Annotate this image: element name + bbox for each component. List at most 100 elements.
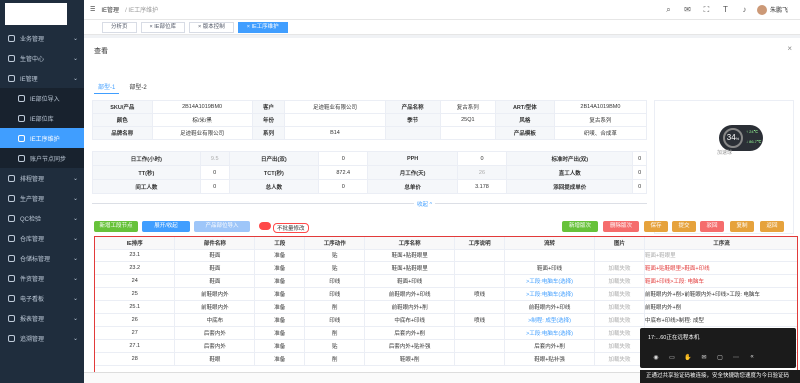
toolbar-button[interactable]: 新增版次	[562, 221, 598, 232]
batch-edit-switch[interactable]	[259, 222, 271, 230]
sub-tab[interactable]: 部型-1	[94, 80, 120, 94]
message-icon[interactable]: ✉	[683, 5, 692, 14]
table-row[interactable]: 26 中底布 准备 印线 中底布+印线 喷线 >制程: 成型(选择) 加载失败 中底布+印线>制…	[95, 313, 797, 327]
sidebar-item[interactable]: 账户节点同步	[0, 148, 84, 168]
mic-icon[interactable]: ◉	[648, 354, 664, 361]
close-icon[interactable]: ×	[787, 44, 792, 53]
grid-cell[interactable]: >工段:电脑车(选择)	[504, 287, 596, 302]
info-value[interactable]: 26	[456, 165, 508, 180]
info-value[interactable]: 0	[199, 179, 230, 194]
table-row[interactable]: 23.2 鞋面 准备贴鞋面+贴鞋眼里 鞋面+印线 加载失败 鞋面+贴鞋眼里>鞋面+印线	[95, 261, 797, 276]
info-value: B14	[284, 126, 386, 140]
sidebar-item[interactable]: 追溯管理 ⌄	[0, 328, 84, 348]
grid-cell[interactable]: 加载失败	[594, 274, 645, 289]
sidebar-item[interactable]: 业务管理 ⌄	[0, 28, 84, 48]
grid-cell[interactable]: 加载失败	[594, 287, 645, 302]
toolbar-button[interactable]: 删除版次	[603, 221, 639, 232]
toolbar-button[interactable]: 复制	[730, 221, 754, 232]
grid-cell[interactable]: 鞋眼+贴补强	[504, 352, 596, 366]
grid-cell[interactable]: 加载失败	[594, 261, 645, 276]
sidebar-item[interactable]: QC检验 ⌄	[0, 208, 84, 228]
grid-cell[interactable]: 23.1	[95, 249, 176, 263]
grid-cell[interactable]: 鞋面+印线	[504, 261, 596, 276]
info-value[interactable]: 872.4	[318, 165, 369, 180]
sidebar-item[interactable]: 排程管理 ⌄	[0, 168, 84, 188]
sidebar-item[interactable]: IE管理 ⌄	[0, 68, 84, 88]
tab-item[interactable]: × 版本控制	[188, 21, 234, 33]
table-row[interactable]: 25.1 前鞋眼内外 准备削前鞋眼内外+削 前鞋眼内外+印线 加载失败 前鞋眼内外+削	[95, 300, 797, 314]
sub-tab[interactable]: 部型-2	[125, 80, 150, 94]
table-row[interactable]: 23.1 鞋面 准备贴鞋面+贴鞋眼里 鞋面+鞋眼里	[95, 249, 797, 263]
more-icon[interactable]: ⋯	[728, 354, 744, 361]
info-value[interactable]: 3.178	[456, 179, 508, 194]
info-value[interactable]: 0	[632, 179, 647, 194]
sidebar-item[interactable]: 仓储标管理 ⌄	[0, 248, 84, 268]
sidebar-item[interactable]: IE部位导入	[0, 88, 84, 108]
toolbar-button[interactable]: 保存	[644, 221, 668, 232]
grid-cell[interactable]: 加载失败	[594, 313, 645, 327]
tab-item[interactable]: × IE工序维护	[237, 21, 288, 33]
avatar[interactable]	[756, 4, 767, 15]
sidebar-item[interactable]: 仓库管理 ⌄	[0, 228, 84, 248]
info-value[interactable]: 0	[632, 165, 647, 180]
info-value[interactable]: 0	[199, 165, 230, 180]
toolbar-button[interactable]: 提交	[672, 221, 696, 232]
grid-cell[interactable]: 25	[95, 287, 176, 302]
toolbar-button[interactable]: 返回	[760, 221, 784, 232]
grid-cell[interactable]: 27	[95, 326, 176, 340]
tab-item[interactable]: × IE部位库	[140, 21, 185, 33]
chat-icon[interactable]: ✉	[696, 354, 712, 361]
collapse-toggle[interactable]: 收起 ^	[414, 200, 436, 208]
toolbar-button[interactable]: 展开/收起	[142, 221, 190, 232]
hamburger-icon[interactable]: ☰	[90, 6, 95, 13]
user-name[interactable]: 朱鹏飞	[770, 5, 788, 14]
grid-cell[interactable]: 加载失败	[594, 352, 645, 366]
collapse-icon[interactable]: «	[744, 354, 760, 361]
language-icon[interactable]: T	[721, 5, 730, 14]
speed-ball[interactable]: 34% ↑ 24℃ ↓ 86.7℃	[719, 125, 763, 151]
grid-cell[interactable]: 加载失败	[594, 326, 645, 340]
sidebar-item[interactable]: 生管中心 ⌄	[0, 48, 84, 68]
fullscreen-icon[interactable]: ⛶	[702, 5, 711, 14]
toolbar-button[interactable]: 产品部位导入	[194, 221, 250, 232]
search-icon[interactable]: ⌕	[664, 5, 673, 14]
grid-cell[interactable]: 加载失败	[594, 339, 645, 353]
sidebar-item[interactable]: 电子看板 ⌄	[0, 288, 84, 308]
grid-cell[interactable]: 25.1	[95, 300, 176, 314]
grid-cell[interactable]: >制程: 成型(选择)	[504, 313, 596, 327]
toolbar-button[interactable]: 驳回	[700, 221, 724, 232]
info-value[interactable]: 0	[632, 151, 647, 166]
sidebar-item[interactable]: IE部位库	[0, 108, 84, 128]
tab-item[interactable]: 分析页	[102, 21, 137, 33]
hand-icon[interactable]: ✋	[680, 354, 696, 361]
grid-cell[interactable]: 后套内外+削	[504, 339, 596, 353]
grid-cell[interactable]: 28	[95, 352, 176, 366]
bell-icon[interactable]: ♪	[740, 5, 749, 14]
grid-cell[interactable]: >工段:电脑车(选择)	[504, 326, 596, 340]
table-row[interactable]: 24 鞋面 准备 印线 鞋面+印线 >工段:电脑车(选择) 加载失败 鞋面+印线>工段: 电脑…	[95, 274, 797, 289]
grid-cell[interactable]: 加载失败	[594, 300, 645, 314]
grid-cell[interactable]: 前鞋眼内外+印线	[504, 300, 596, 314]
info-value[interactable]: 0	[318, 179, 369, 194]
grid-cell: 鞋面+鞋眼里	[644, 249, 797, 263]
info-value[interactable]: 9.5	[199, 151, 230, 166]
sidebar-item[interactable]: 报表管理 ⌄	[0, 308, 84, 328]
grid-cell[interactable]	[504, 249, 596, 263]
table-row[interactable]: 25 前鞋眼内外 准备 印线 前鞋眼内外+印线 喷线 >工段:电脑车(选择) 加载失败 前鞋眼内…	[95, 287, 797, 302]
grid-cell[interactable]: 27.1	[95, 339, 176, 353]
info-value[interactable]: 0	[456, 151, 508, 166]
grid-cell[interactable]	[594, 249, 645, 263]
sidebar-item[interactable]: 件资管理 ⌄	[0, 268, 84, 288]
toolbar-button[interactable]: 新增工段节点	[94, 221, 138, 232]
camera-icon[interactable]: ▭	[664, 354, 680, 361]
app-name: IE管理	[101, 8, 120, 14]
info-value	[284, 113, 386, 127]
grid-cell[interactable]: 23.2	[95, 261, 176, 276]
grid-cell[interactable]: 24	[95, 274, 176, 289]
sidebar-item[interactable]: 生产管理 ⌄	[0, 188, 84, 208]
sidebar-item[interactable]: IE工序维护	[0, 128, 84, 148]
folder-icon[interactable]: ▢	[712, 354, 728, 361]
grid-cell[interactable]: >工段:电脑车(选择)	[504, 274, 596, 289]
grid-cell[interactable]: 26	[95, 313, 176, 327]
info-value[interactable]: 0	[318, 151, 369, 166]
